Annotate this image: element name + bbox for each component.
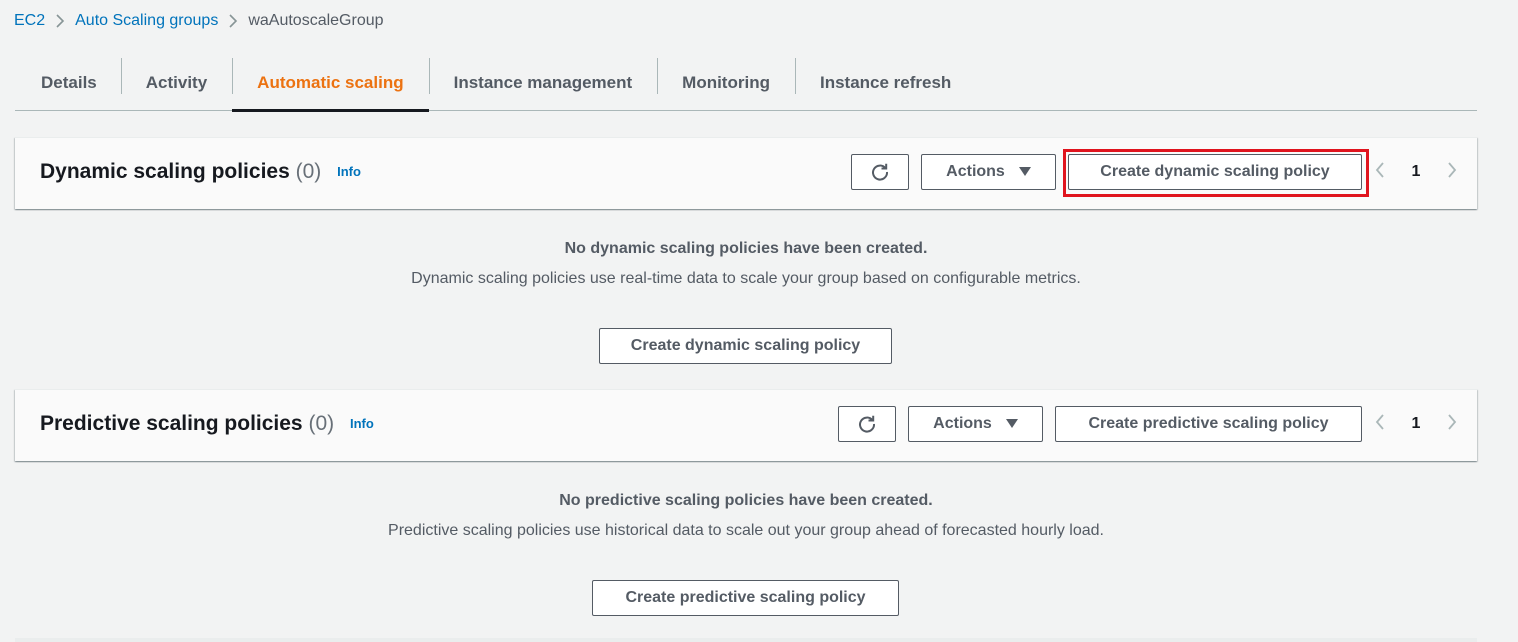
tab-details[interactable]: Details bbox=[15, 56, 121, 110]
dynamic-empty-title: No dynamic scaling policies have been cr… bbox=[564, 240, 928, 257]
breadcrumb: EC2 Auto Scaling groups waAutoscaleGroup bbox=[14, 10, 384, 32]
dynamic-scaling-title: Dynamic scaling policies (0) Info bbox=[40, 160, 361, 184]
dynamic-pager-prev[interactable] bbox=[1370, 158, 1390, 186]
dynamic-scaling-count: (0) bbox=[295, 160, 322, 183]
predictive-info-link[interactable]: Info bbox=[350, 416, 374, 431]
dynamic-pager-next[interactable] bbox=[1442, 158, 1462, 186]
chevron-right-icon bbox=[1447, 413, 1457, 436]
breadcrumb-auto-scaling-groups[interactable]: Auto Scaling groups bbox=[75, 12, 218, 30]
refresh-icon bbox=[857, 414, 877, 434]
dynamic-scaling-title-text: Dynamic scaling policies bbox=[40, 160, 290, 183]
dynamic-pager-page[interactable]: 1 bbox=[1406, 158, 1426, 186]
chevron-right-icon bbox=[45, 10, 75, 32]
dynamic-empty-description: Dynamic scaling policies use real-time d… bbox=[411, 270, 1081, 287]
predictive-actions-button[interactable]: Actions bbox=[908, 406, 1043, 442]
predictive-scaling-count: (0) bbox=[308, 412, 335, 435]
next-section-edge bbox=[15, 638, 1477, 642]
predictive-pager-prev[interactable] bbox=[1370, 410, 1390, 438]
dynamic-info-link[interactable]: Info bbox=[337, 164, 361, 179]
dynamic-actions-button[interactable]: Actions bbox=[921, 154, 1056, 190]
tab-bar: Details Activity Automatic scaling Insta… bbox=[15, 56, 1477, 112]
predictive-empty-title: No predictive scaling policies have been… bbox=[559, 492, 933, 509]
predictive-pager-next[interactable] bbox=[1442, 410, 1462, 438]
create-predictive-scaling-policy-button[interactable]: Create predictive scaling policy bbox=[1055, 406, 1362, 442]
dynamic-refresh-button[interactable] bbox=[851, 154, 909, 190]
predictive-scaling-title: Predictive scaling policies (0) Info bbox=[40, 412, 374, 436]
tab-instance-management[interactable]: Instance management bbox=[428, 56, 658, 110]
tab-monitoring[interactable]: Monitoring bbox=[657, 56, 795, 110]
predictive-empty-description: Predictive scaling policies use historic… bbox=[388, 522, 1104, 539]
tab-instance-refresh[interactable]: Instance refresh bbox=[794, 56, 976, 110]
predictive-scaling-title-text: Predictive scaling policies bbox=[40, 412, 303, 435]
chevron-left-icon bbox=[1375, 413, 1385, 436]
predictive-refresh-button[interactable] bbox=[838, 406, 896, 442]
predictive-actions-label: Actions bbox=[933, 415, 992, 432]
create-dynamic-scaling-policy-button[interactable]: Create dynamic scaling policy bbox=[1068, 154, 1362, 190]
chevron-right-icon bbox=[1447, 161, 1457, 184]
breadcrumb-current: waAutoscaleGroup bbox=[248, 12, 384, 29]
predictive-pager-page[interactable]: 1 bbox=[1406, 410, 1426, 438]
chevron-left-icon bbox=[1375, 161, 1385, 184]
chevron-right-icon bbox=[218, 10, 248, 32]
caret-down-icon bbox=[1005, 419, 1018, 429]
tab-automatic-scaling[interactable]: Automatic scaling bbox=[232, 56, 430, 112]
tab-activity[interactable]: Activity bbox=[120, 56, 232, 110]
dynamic-actions-label: Actions bbox=[946, 163, 1005, 180]
breadcrumb-ec2[interactable]: EC2 bbox=[14, 12, 45, 30]
create-predictive-scaling-policy-empty-button[interactable]: Create predictive scaling policy bbox=[592, 580, 899, 616]
caret-down-icon bbox=[1018, 167, 1031, 177]
create-dynamic-scaling-policy-empty-button[interactable]: Create dynamic scaling policy bbox=[599, 328, 892, 364]
refresh-icon bbox=[870, 162, 890, 182]
